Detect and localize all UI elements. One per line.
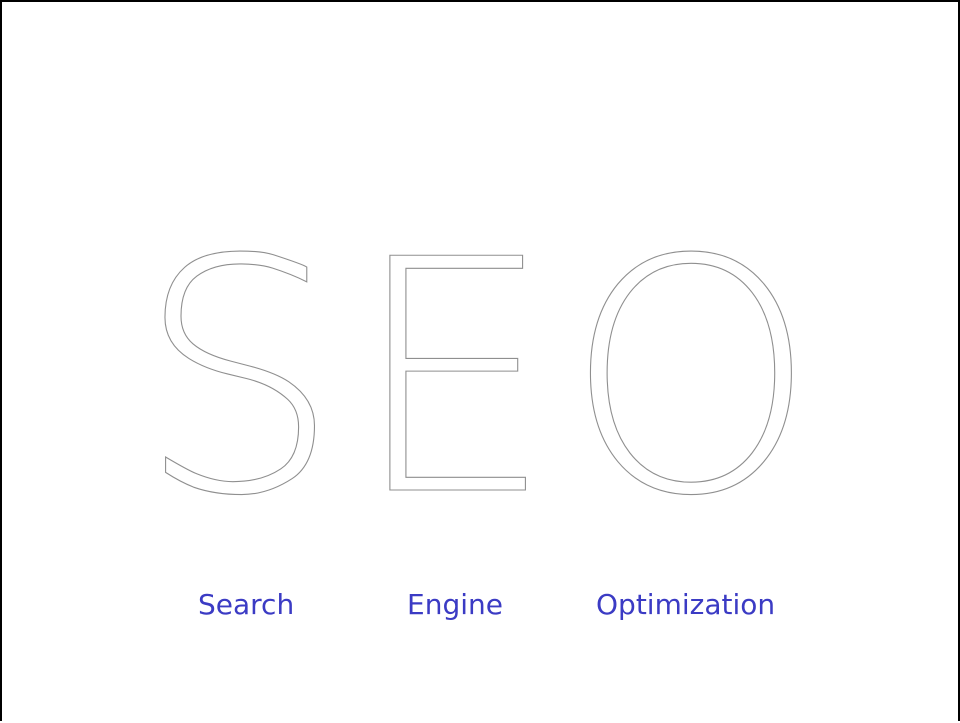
tagline-word-optimization: Optimization [596, 588, 776, 621]
tagline-word-search: Search [198, 588, 295, 621]
seo-logo-text: SEO [136, 191, 827, 566]
tagline: Search Engine Optimization [2, 585, 960, 625]
tagline-word-engine: Engine [407, 588, 503, 621]
slide-frame: SEO Search Engine Optimization [0, 0, 960, 721]
